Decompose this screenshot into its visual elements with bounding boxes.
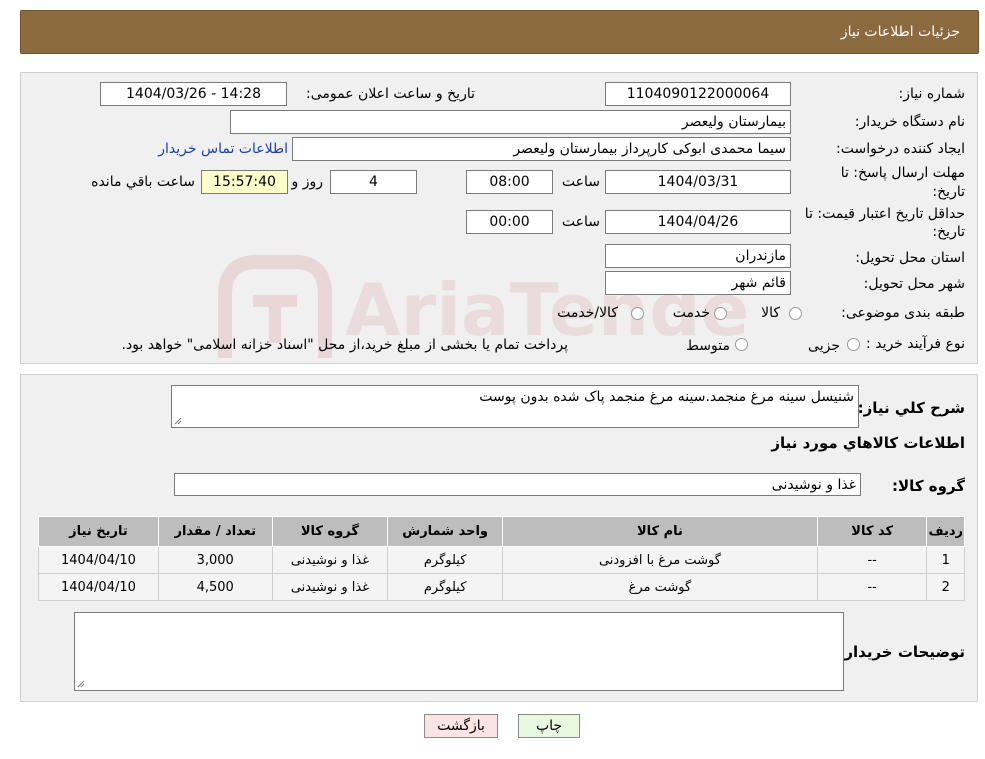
- table-row: 1 -- گوشت مرغ با افزودنی کیلوگرم غذا و ن…: [38, 546, 965, 574]
- print-button[interactable]: چاپ: [518, 714, 580, 738]
- city-label: شهر محل تحویل:: [863, 276, 965, 292]
- category-label: طبقه بندی موضوعی:: [841, 305, 965, 321]
- announce-label: تاریخ و ساعت اعلان عمومی:: [306, 86, 475, 102]
- validity-date-field: 1404/04/26: [605, 210, 791, 234]
- cell-name: گوشت مرغ با افزودنی: [502, 546, 818, 574]
- col-date: تاريخ نياز: [38, 516, 159, 547]
- province-label: استان محل تحویل:: [855, 250, 965, 266]
- validity-label: حداقل تاریخ اعتبار قیمت: تا: [804, 206, 965, 222]
- cell-code: --: [816, 573, 928, 601]
- cell-row: 2: [926, 573, 965, 601]
- deadline-label: مهلت ارسال پاسخ: تا: [840, 165, 965, 181]
- process-radio-minor[interactable]: [847, 338, 860, 351]
- resize-grip-icon[interactable]: [77, 680, 85, 688]
- remaining-time-field: 15:57:40: [201, 170, 288, 194]
- buyer-org-label: نام دستگاه خریدار:: [854, 114, 965, 130]
- process-label: نوع فرآیند خرید :: [866, 336, 965, 352]
- process-option-minor: جزیی: [808, 338, 840, 354]
- col-name: نام کالا: [502, 516, 818, 547]
- remaining-time-label: ساعت باقي مانده: [91, 174, 195, 190]
- buyer-notes-label: توضیحات خریدار:: [838, 643, 965, 661]
- deadline-time-label: ساعت: [561, 174, 600, 190]
- goods-group-label: گروه کالا:: [892, 477, 965, 495]
- page-header: جزئیات اطلاعات نیاز: [20, 10, 979, 54]
- col-qty: تعداد / مقدار: [157, 516, 273, 547]
- col-row: رديف: [926, 516, 965, 547]
- cell-unit: کیلوگرم: [387, 546, 503, 574]
- validity-time-label: ساعت: [561, 214, 600, 230]
- deadline-label-date: تاریخ:: [932, 184, 965, 200]
- buyer-org-field: بیمارستان ولیعصر: [230, 110, 791, 134]
- category-radio-service[interactable]: [714, 307, 727, 320]
- buyer-contact-link[interactable]: اطلاعات تماس خریدار: [158, 141, 288, 157]
- cell-group: غذا و نوشیدنی: [271, 573, 389, 601]
- days-label: روز و: [291, 174, 324, 190]
- cell-group: غذا و نوشیدنی: [271, 546, 389, 574]
- col-unit: واحد شمارش: [387, 516, 503, 547]
- city-field: قائم شهر: [605, 271, 791, 295]
- province-field: مازندران: [605, 244, 791, 268]
- goods-table: رديف کد کالا نام کالا واحد شمارش گروه کا…: [38, 516, 965, 601]
- need-number-label: شماره نیاز:: [898, 86, 966, 102]
- back-button[interactable]: بازگشت: [424, 714, 498, 738]
- page-title: جزئیات اطلاعات نیاز: [840, 24, 960, 40]
- validity-time-field: 00:00: [466, 210, 553, 234]
- need-number-field: 1104090122000064: [605, 82, 791, 106]
- category-option-service: خدمت: [672, 305, 710, 321]
- cell-date: 1404/04/10: [38, 546, 159, 574]
- category-option-goods: کالا: [761, 305, 780, 321]
- cell-unit: کیلوگرم: [387, 573, 503, 601]
- description-textarea[interactable]: شنیسل سینه مرغ منجمد.سینه مرغ منجمد پاک …: [171, 385, 859, 428]
- cell-date: 1404/04/10: [38, 573, 159, 601]
- category-radio-goods-service[interactable]: [631, 307, 644, 320]
- resize-grip-icon[interactable]: [174, 417, 182, 425]
- requester-field: سیما محمدی ابوکی کارپرداز بیمارستان ولیع…: [292, 137, 791, 161]
- requester-label: ایجاد کننده درخواست:: [836, 141, 965, 157]
- goods-table-header: رديف کد کالا نام کالا واحد شمارش گروه کا…: [38, 516, 965, 547]
- col-group: گروه کالا: [271, 516, 389, 547]
- buyer-notes-textarea[interactable]: [74, 612, 844, 691]
- days-field: 4: [330, 170, 417, 194]
- process-option-medium: متوسط: [686, 338, 730, 354]
- deadline-time-field: 08:00: [466, 170, 553, 194]
- cell-row: 1: [926, 546, 965, 574]
- announce-field: 1404/03/26 - 14:28: [100, 82, 287, 106]
- process-radio-medium[interactable]: [735, 338, 748, 351]
- category-radio-goods[interactable]: [789, 307, 802, 320]
- cell-qty: 3,000: [157, 546, 273, 574]
- cell-code: --: [816, 546, 928, 574]
- deadline-date-field: 1404/03/31: [605, 170, 791, 194]
- goods-section-title: اطلاعات کالاهاي مورد نياز: [771, 434, 965, 452]
- validity-label-date: تاریخ:: [932, 224, 965, 240]
- table-row: 2 -- گوشت مرغ کیلوگرم غذا و نوشیدنی 4,50…: [38, 573, 965, 601]
- goods-group-field: غذا و نوشیدنی: [174, 473, 861, 496]
- cell-qty: 4,500: [157, 573, 273, 601]
- col-code: کد کالا: [816, 516, 928, 547]
- cell-name: گوشت مرغ: [502, 573, 818, 601]
- category-option-goods-service: کالا/خدمت: [557, 305, 618, 321]
- description-label: شرح کلي نياز:: [857, 399, 965, 417]
- process-note: پرداخت تمام یا بخشی از مبلغ خرید،از محل …: [121, 337, 568, 353]
